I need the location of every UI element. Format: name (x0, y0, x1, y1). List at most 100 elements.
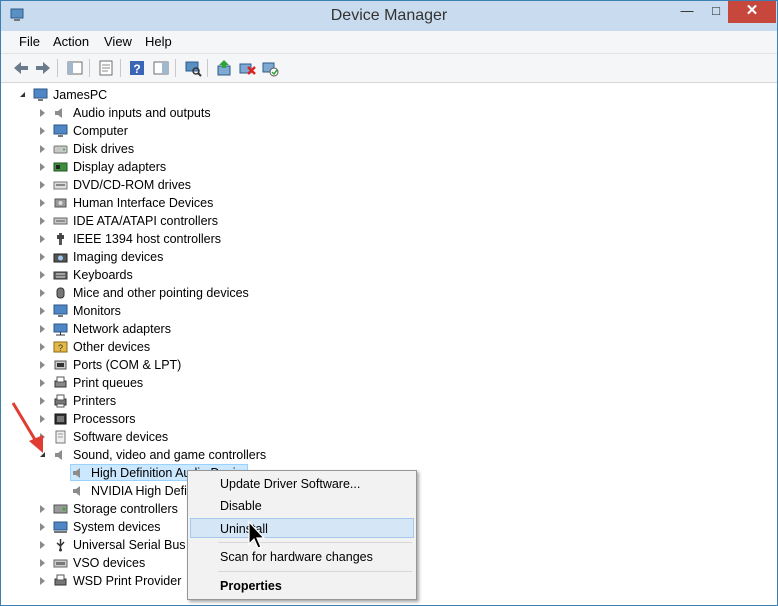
processor-icon (54, 413, 67, 425)
expand-arrow-icon[interactable] (40, 217, 45, 225)
tree-category-label: DVD/CD-ROM drives (73, 178, 192, 192)
tree-category-label: Monitors (73, 304, 121, 318)
keyboard-icon (53, 271, 68, 280)
menu-action[interactable]: Action (53, 34, 89, 49)
other-devices-icon: ? (53, 341, 68, 353)
hid-icon (54, 198, 67, 208)
ide-controller-icon (53, 217, 68, 225)
minimize-button[interactable]: — (672, 1, 702, 23)
computer-icon (53, 124, 68, 137)
tree-category-label: Processors (73, 412, 136, 426)
vso-icon (53, 559, 68, 568)
ctx-separator (218, 571, 412, 572)
properties-icon[interactable] (96, 58, 116, 78)
window-title: Device Manager (330, 7, 448, 24)
expand-arrow-icon[interactable] (40, 127, 45, 135)
collapse-arrow-icon[interactable] (20, 92, 25, 97)
expand-arrow-icon[interactable] (40, 199, 45, 207)
expand-arrow-icon[interactable] (40, 325, 45, 333)
expand-arrow-icon[interactable] (40, 343, 45, 351)
tree-category-label: Print queues (73, 376, 144, 390)
forward-icon[interactable] (33, 58, 53, 78)
menu-help[interactable]: Help (145, 34, 172, 49)
tree-root-label: JamesPC (53, 88, 108, 102)
show-hide-console-tree-icon[interactable] (65, 58, 85, 78)
expand-arrow-icon[interactable] (40, 361, 45, 369)
tree-category-label: Sound, video and game controllers (73, 448, 267, 462)
mouse-cursor-icon (248, 520, 266, 549)
expand-arrow-icon[interactable] (40, 523, 45, 531)
tree-category-label: Other devices (73, 340, 151, 354)
svg-text:?: ? (58, 343, 63, 353)
printer-icon (54, 394, 67, 408)
ieee1394-icon (57, 233, 64, 245)
print-queue-icon (54, 376, 67, 388)
maximize-button[interactable]: □ (701, 1, 731, 23)
ctx-uninstall[interactable]: Uninstall (190, 518, 414, 538)
ctx-disable[interactable]: Disable (190, 496, 414, 516)
svg-text:?: ? (133, 62, 140, 76)
tree-category-label: Computer (73, 124, 128, 138)
ctx-scan-hardware[interactable]: Scan for hardware changes (190, 547, 414, 567)
expand-arrow-icon[interactable] (40, 289, 45, 297)
context-menu: Update Driver Software... Disable Uninst… (187, 470, 417, 600)
display-adapter-icon (53, 162, 68, 172)
tree-child-label: NVIDIA High Defi (91, 484, 187, 498)
help-icon[interactable]: ? (127, 58, 147, 78)
expand-arrow-icon[interactable] (40, 253, 45, 261)
disk-drive-icon (53, 145, 68, 154)
expand-arrow-icon[interactable] (40, 559, 45, 567)
tree-category-label: WSD Print Provider (73, 574, 182, 588)
uninstall-device-icon[interactable] (237, 58, 257, 78)
computer-icon (33, 88, 48, 101)
update-driver-icon[interactable] (214, 58, 234, 78)
tree-category-label: VSO devices (73, 556, 146, 570)
device-manager-window: Device Manager — □ ✕ File Action View He… (0, 0, 778, 606)
expand-arrow-icon[interactable] (40, 163, 45, 171)
ctx-properties[interactable]: Properties (190, 576, 414, 596)
tree-category-label: Universal Serial Bus c (73, 538, 196, 552)
tree-category-label: Ports (COM & LPT) (73, 358, 182, 372)
expand-arrow-icon[interactable] (40, 505, 45, 513)
system-icon (53, 521, 68, 533)
expand-arrow-icon[interactable] (40, 235, 45, 243)
menu-file[interactable]: File (19, 34, 40, 49)
speaker-icon (55, 108, 62, 118)
storage-icon (53, 504, 68, 514)
software-device-icon (55, 430, 66, 444)
mouse-icon (56, 287, 65, 299)
menu-bar: File Action View Help (1, 31, 777, 54)
annotation-arrow-icon (11, 402, 43, 453)
monitor-icon (53, 304, 68, 317)
speaker-icon (73, 468, 80, 478)
tree-category-label: Storage controllers (73, 502, 178, 516)
back-icon[interactable] (11, 58, 31, 78)
tree-category-label: System devices (73, 520, 161, 534)
ctx-update-driver[interactable]: Update Driver Software... (190, 474, 414, 494)
tree-category-label: Network adapters (73, 322, 171, 336)
expand-arrow-icon[interactable] (40, 145, 45, 153)
tree-category-label: Disk drives (73, 142, 135, 156)
action-pane-icon[interactable] (151, 58, 171, 78)
expand-arrow-icon[interactable] (40, 181, 45, 189)
port-icon (54, 360, 67, 370)
usb-icon (56, 539, 65, 552)
tree-category-label: IDE ATA/ATAPI controllers (73, 214, 218, 228)
expand-arrow-icon[interactable] (40, 307, 45, 315)
expand-arrow-icon[interactable] (40, 379, 45, 387)
enable-device-icon[interactable] (260, 58, 280, 78)
tree-category-label: Audio inputs and outputs (73, 106, 211, 120)
expand-arrow-icon[interactable] (40, 541, 45, 549)
expand-arrow-icon[interactable] (40, 271, 45, 279)
tree-category-label: Imaging devices (73, 250, 164, 264)
tree-category-label: IEEE 1394 host controllers (73, 232, 221, 246)
toolbar: ? (1, 54, 777, 83)
expand-arrow-icon[interactable] (40, 109, 45, 117)
close-button[interactable]: ✕ (728, 1, 776, 23)
scan-hardware-icon[interactable] (183, 58, 203, 78)
menu-view[interactable]: View (104, 34, 132, 49)
expand-arrow-icon[interactable] (40, 577, 45, 585)
tree-category-label: Printers (73, 394, 117, 408)
title-bar[interactable]: Device Manager — □ ✕ (1, 1, 777, 31)
camera-icon (53, 253, 68, 263)
